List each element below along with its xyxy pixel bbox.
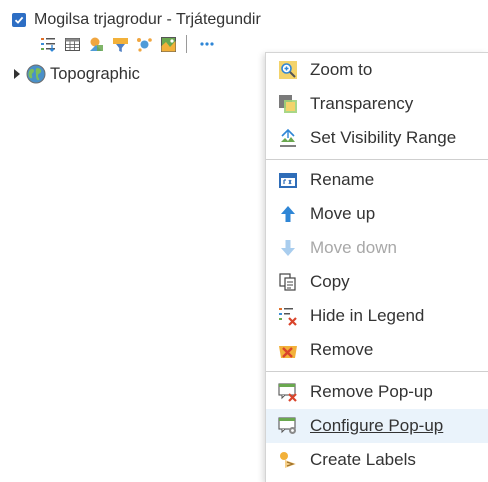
- layer-visibility-checkbox[interactable]: [12, 13, 26, 27]
- remove-icon: [279, 346, 297, 358]
- menu-item-label: Move up: [310, 204, 376, 223]
- filter-icon[interactable]: [112, 36, 129, 53]
- basemap-row[interactable]: Topographic: [14, 63, 140, 85]
- layer-header: Mogilsa trjagrodur - Trjátegundir: [12, 10, 261, 30]
- menu-item-set-visibility-range[interactable]: Set Visibility Range: [266, 121, 488, 155]
- layer-title[interactable]: Mogilsa trjagrodur - Trjátegundir: [34, 11, 261, 29]
- menu-item-copy[interactable]: Copy: [266, 265, 488, 299]
- menu-item-label: Zoom to: [310, 60, 373, 79]
- expand-arrow-icon[interactable]: [14, 69, 20, 79]
- menu-separator: [266, 371, 488, 372]
- shapes-icon[interactable]: [88, 36, 105, 53]
- menu-separator: [266, 159, 488, 160]
- menu-item-label: Configure Pop-up: [310, 416, 444, 435]
- menu-item-label: Transparency: [310, 94, 414, 113]
- arrow-down-icon: [281, 240, 295, 256]
- menu-item-configure-popup[interactable]: Configure Pop-up: [266, 409, 488, 443]
- menu-item-remove-popup[interactable]: Remove Pop-up: [266, 375, 488, 409]
- menu-item-label: Set Visibility Range: [310, 128, 457, 147]
- layer-context-menu: Zoom to Transparency Set Visibility Rang…: [265, 52, 488, 482]
- create-labels-icon: [280, 452, 296, 468]
- menu-item-label: Remove: [310, 340, 374, 359]
- menu-item-label: Move down: [310, 238, 397, 257]
- dots-cluster-icon[interactable]: [136, 36, 153, 53]
- image-icon[interactable]: [160, 36, 177, 53]
- menu-item-label: Remove Pop-up: [310, 382, 433, 401]
- menu-item-label: Copy: [310, 272, 350, 291]
- arrow-up-icon: [281, 206, 295, 222]
- toolbar-separator: [186, 35, 187, 53]
- hide-legend-icon: [279, 308, 297, 326]
- menu-item-label: Rename: [310, 170, 375, 189]
- remove-popup-icon: [278, 383, 297, 402]
- menu-item-move-down: Move down: [266, 231, 488, 265]
- menu-item-hide-in-legend[interactable]: Hide in Legend: [266, 299, 488, 333]
- visibility-range-icon: [280, 128, 296, 147]
- menu-item-transparency[interactable]: Transparency: [266, 87, 488, 121]
- menu-item-create-labels[interactable]: Create Labels: [266, 443, 488, 477]
- menu-item-label: Create Labels: [310, 450, 416, 469]
- menu-item-zoom-to[interactable]: Zoom to: [266, 53, 488, 87]
- configure-popup-icon: [278, 417, 296, 434]
- basemap-label: Topographic: [50, 64, 140, 83]
- rename-icon: [279, 173, 297, 188]
- menu-item-label: Hide in Legend: [310, 306, 425, 325]
- table-icon[interactable]: [64, 36, 81, 53]
- menu-item-remove[interactable]: Remove: [266, 333, 488, 367]
- more-options-button[interactable]: [197, 36, 217, 52]
- globe-icon: [26, 64, 46, 84]
- transparency-icon: [279, 95, 297, 113]
- copy-icon: [279, 273, 296, 291]
- menu-item-rename[interactable]: Rename: [266, 163, 488, 197]
- legend-list-icon[interactable]: [40, 36, 57, 53]
- more-dots-icon: [200, 42, 214, 46]
- menu-item-move-up[interactable]: Move up: [266, 197, 488, 231]
- layer-toolbar: [40, 34, 217, 54]
- checkmark-icon: [14, 16, 24, 24]
- zoom-to-icon: [279, 61, 297, 79]
